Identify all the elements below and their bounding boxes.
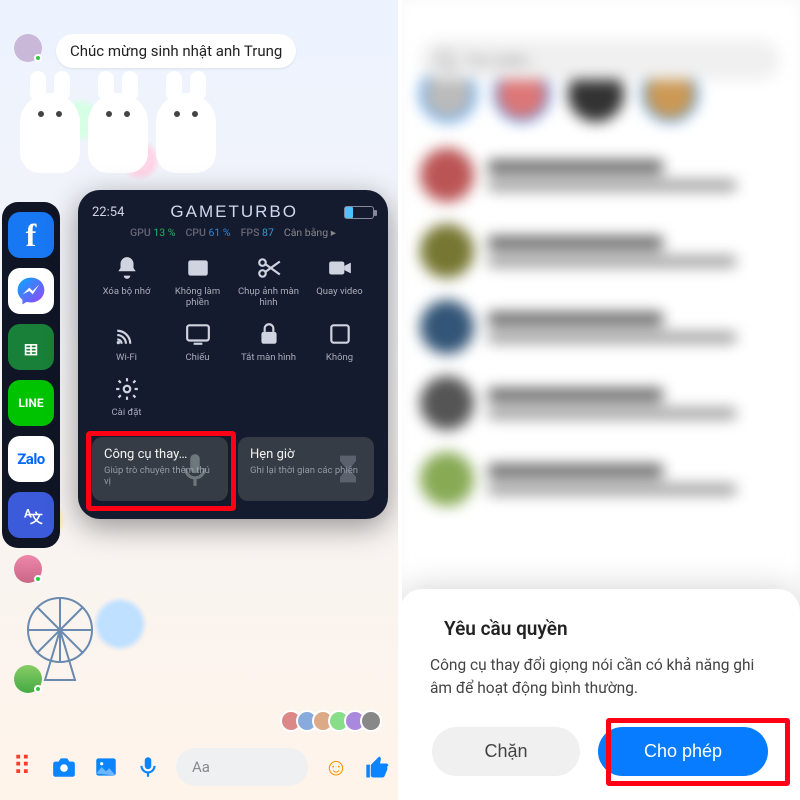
message-input[interactable]: Aa — [176, 748, 308, 786]
dnd-icon — [183, 255, 213, 281]
messenger-app-icon[interactable] — [8, 268, 54, 314]
sheets-app-icon[interactable] — [8, 324, 54, 370]
block-button[interactable]: Chặn — [432, 727, 580, 776]
bell-icon — [112, 255, 142, 281]
turbo-tool-cast[interactable]: Chiếu — [163, 317, 232, 368]
seen-by-avatars — [286, 710, 382, 732]
avatar — [14, 665, 42, 693]
svg-text:文: 文 — [30, 511, 43, 527]
turbo-tool-screenoff[interactable]: Tắt màn hình — [234, 317, 303, 368]
voice-changer-card[interactable]: Công cụ thay… Giúp trò chuyện thêm thú v… — [92, 437, 228, 501]
gear-icon — [112, 376, 142, 402]
video-icon — [325, 255, 355, 281]
search-icon — [436, 51, 454, 69]
mic-icon[interactable] — [134, 753, 162, 781]
panel-divider — [398, 0, 402, 800]
camera-icon[interactable] — [50, 753, 78, 781]
blank-icon — [325, 321, 355, 347]
turbo-stats: GPU 13 % CPU 61 % FPS 87 Cân bằng ▸ — [92, 226, 374, 239]
timer-card[interactable]: Hẹn giờ Ghi lại thời gian các phiên — [238, 437, 374, 501]
emoji-icon[interactable]: ☺ — [322, 753, 350, 781]
turbo-tool-settings[interactable]: Cài đặt — [92, 372, 161, 423]
turbo-tool-screenshot[interactable]: Chụp ảnh màn hình — [234, 251, 303, 313]
translate-app-icon[interactable]: A文 — [8, 492, 54, 538]
incoming-message: Chúc mừng sinh nhật anh Trung — [56, 34, 296, 68]
line-app-icon[interactable]: LINE — [8, 380, 54, 426]
turbo-title: GAMETURBO — [170, 202, 298, 222]
microphone-icon — [176, 451, 214, 489]
cast-icon — [112, 321, 142, 347]
right-screenshot: Tìm kiếm Yêu cầu quyền Công cụ thay đổi … — [400, 0, 800, 800]
facebook-app-icon[interactable]: f — [8, 212, 54, 258]
avatar — [14, 555, 42, 583]
permission-title: Yêu cầu quyền — [426, 617, 774, 640]
like-icon[interactable] — [364, 753, 392, 781]
allow-button[interactable]: Cho phép — [598, 727, 768, 776]
lock-icon — [254, 321, 284, 347]
turbo-tool-record[interactable]: Quay video — [305, 251, 374, 313]
turbo-time: 22:54 — [92, 205, 124, 220]
gameturbo-panel: 22:54 GAMETURBO GPU 13 % CPU 61 % FPS 87… — [78, 190, 388, 519]
turbo-tool-none[interactable]: Không — [305, 317, 374, 368]
hourglass-icon — [332, 453, 364, 485]
scissors-icon — [254, 255, 284, 281]
turbo-tool-dnd[interactable]: Không làm phiền — [163, 251, 232, 313]
left-screenshot: Chúc mừng sinh nhật anh Trung f LINE Zal… — [0, 0, 400, 800]
screen-icon — [183, 321, 213, 347]
zalo-app-icon[interactable]: Zalo — [8, 436, 54, 482]
search-bar[interactable]: Tìm kiếm — [420, 40, 780, 80]
gallery-icon[interactable] — [92, 753, 120, 781]
message-input-bar: ⠿ Aa ☺ — [8, 744, 392, 790]
sticker-bunnies — [20, 93, 216, 173]
apps-icon[interactable]: ⠿ — [8, 753, 36, 781]
permission-sheet: Yêu cầu quyền Công cụ thay đổi giọng nói… — [400, 589, 800, 800]
battery-icon — [344, 206, 374, 219]
turbo-app-sidebar: f LINE Zalo A文 — [2, 202, 60, 548]
permission-body: Công cụ thay đổi giọng nói cần có khả nă… — [426, 654, 774, 699]
turbo-tool-clear-memory[interactable]: Xóa bộ nhớ — [92, 251, 161, 313]
turbo-tool-wifi[interactable]: Wi-Fi — [92, 317, 161, 368]
avatar — [14, 34, 42, 62]
